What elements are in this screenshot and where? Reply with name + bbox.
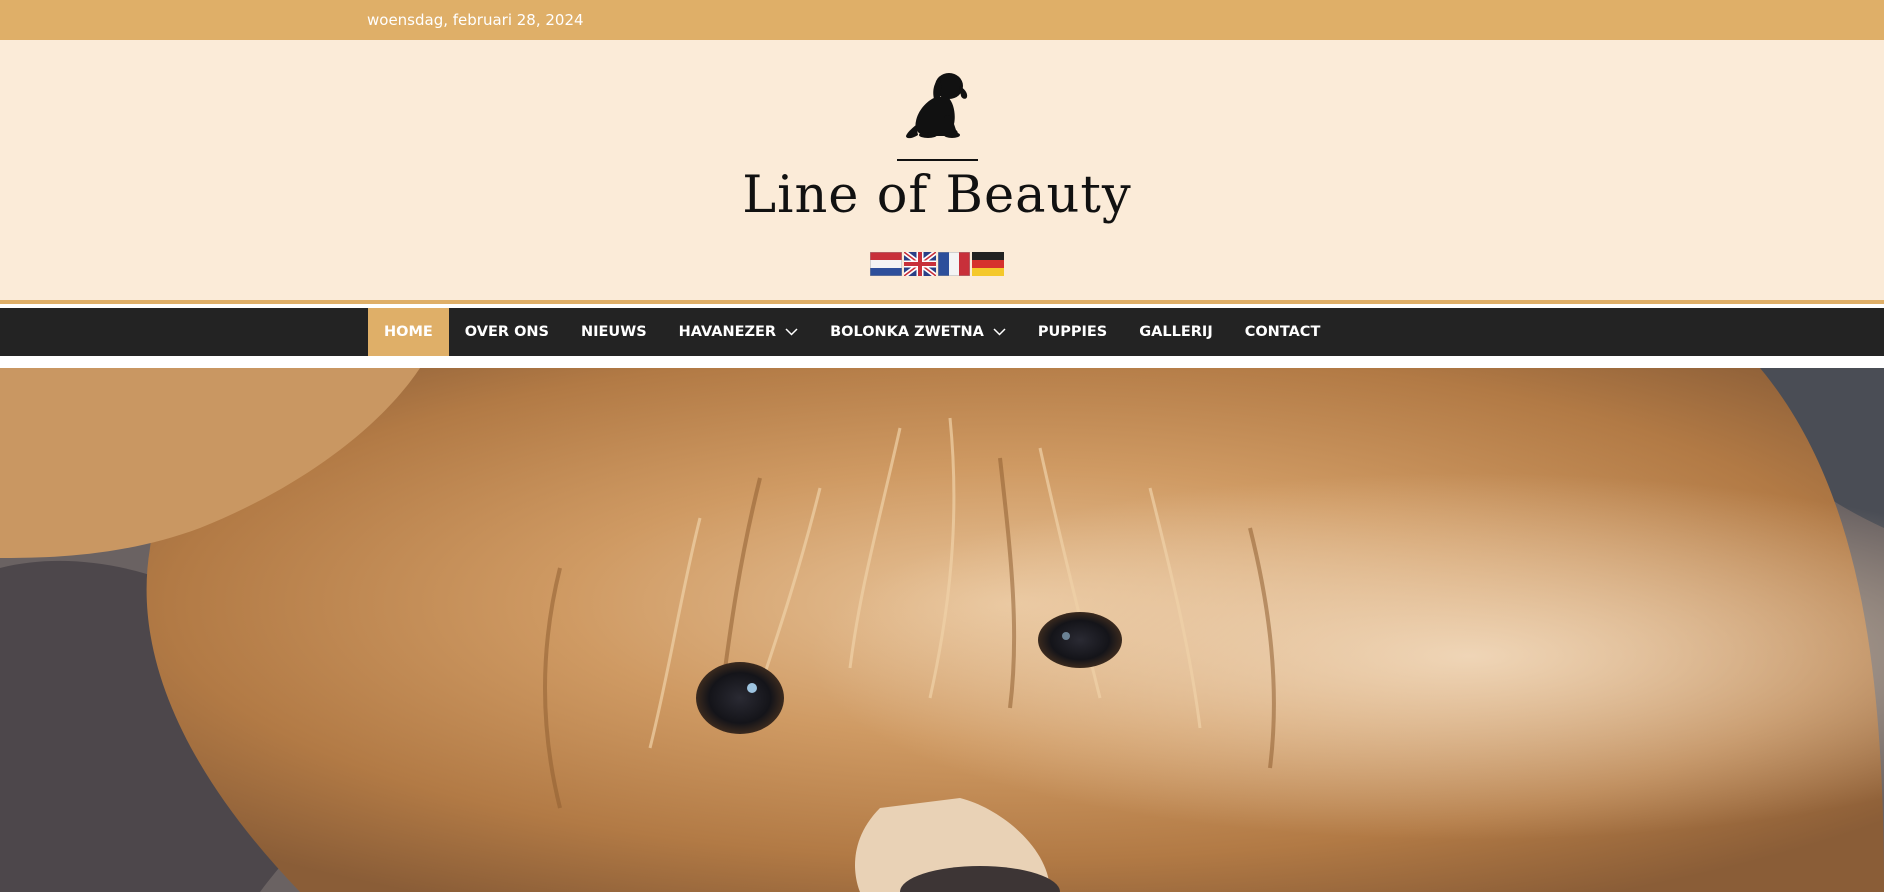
- nav-item-label: NIEUWS: [580, 324, 647, 340]
- hero-image: [0, 368, 1884, 892]
- nav-item-label: OVER ONS: [464, 324, 549, 340]
- nav-item-contact[interactable]: CONTACT: [1229, 308, 1337, 356]
- top-bar: woensdag, februari 28, 2024: [0, 0, 1884, 40]
- language-switcher: [870, 252, 1004, 276]
- nav-item-label: BOLONKA ZWETNA: [830, 324, 984, 340]
- nav-item-label: GALLERIJ: [1139, 324, 1213, 340]
- site-header: Line of Beauty: [0, 40, 1884, 304]
- nav-item-label: PUPPIES: [1037, 324, 1108, 340]
- nav-item-nieuws[interactable]: NIEUWS: [565, 308, 663, 356]
- main-navigation: HOME OVER ONS NIEUWS HAVANEZER BOLONKA ZWETN…: [0, 308, 1884, 356]
- logo-divider: [897, 159, 978, 161]
- nav-item-gallerij[interactable]: GALLERIJ: [1123, 308, 1228, 356]
- site-title[interactable]: Line of Beauty: [600, 166, 1274, 225]
- dog-photo: [0, 368, 1884, 892]
- flag-nl-icon[interactable]: [870, 252, 902, 276]
- nav-item-puppies[interactable]: PUPPIES: [1022, 308, 1123, 356]
- dog-silhouette-icon[interactable]: [904, 69, 970, 139]
- chevron-down-icon[interactable]: [785, 328, 798, 336]
- nav-item-home[interactable]: HOME: [368, 308, 449, 356]
- current-date: woensdag, februari 28, 2024: [367, 11, 584, 29]
- flag-de-icon[interactable]: [972, 252, 1004, 276]
- flag-uk-icon[interactable]: [904, 252, 936, 276]
- chevron-down-icon[interactable]: [993, 328, 1006, 336]
- nav-item-bolonka-zwetna[interactable]: BOLONKA ZWETNA: [814, 308, 1022, 356]
- nav-item-label: CONTACT: [1244, 324, 1321, 340]
- nav-item-havanezer[interactable]: HAVANEZER: [663, 308, 814, 356]
- nav-item-label: HAVANEZER: [678, 324, 777, 340]
- nav-item-label: HOME: [384, 324, 433, 340]
- nav-item-over-ons[interactable]: OVER ONS: [449, 308, 565, 356]
- flag-fr-icon[interactable]: [938, 252, 970, 276]
